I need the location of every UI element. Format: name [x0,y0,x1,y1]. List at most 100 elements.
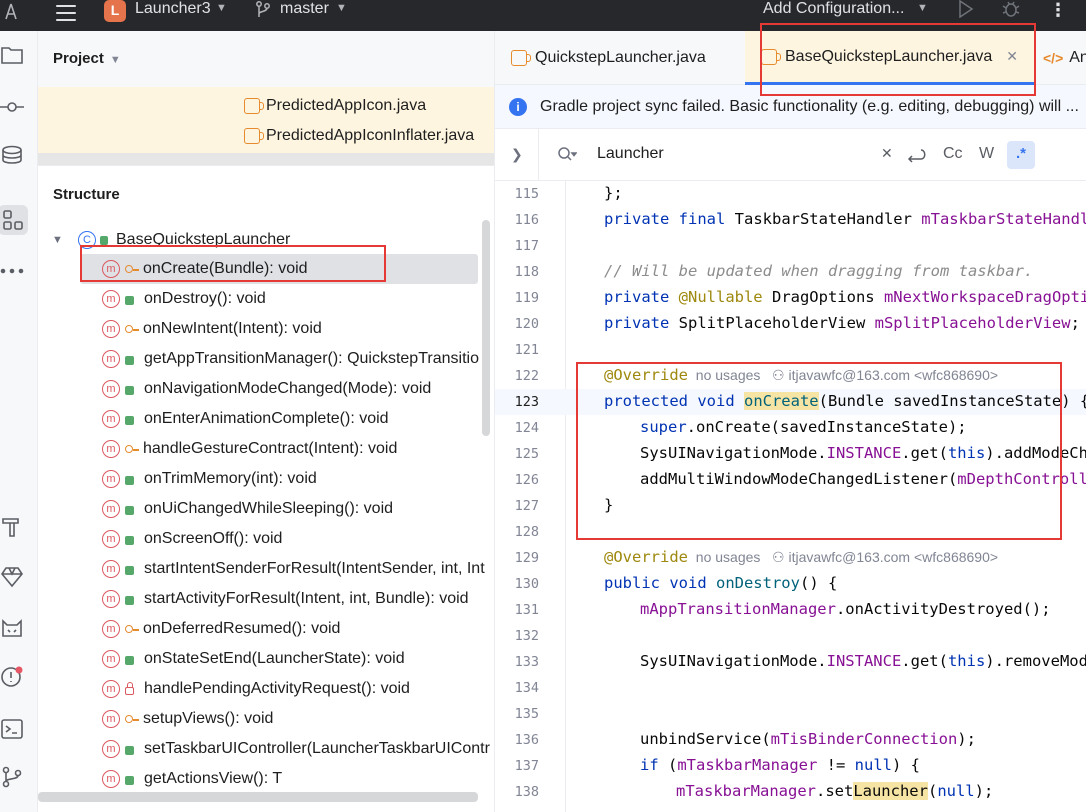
chevron-down-icon[interactable]: ▼ [52,234,68,246]
structure-method-item[interactable]: m getActionsView(): T [80,764,478,794]
logcat-icon[interactable] [0,617,24,641]
code-line[interactable]: 122 @Override no usages ⚇ itjavawfc@163.c… [495,363,1086,389]
code-line[interactable]: 133 SysUINavigationMode.INSTANCE.get(this… [495,649,1086,675]
structure-method-item[interactable]: m onUiChangedWhileSleeping(): void [80,494,478,524]
class-tree-root[interactable]: ▼ C BaseQuickstepLauncher [52,228,290,252]
code-line[interactable]: 127} [495,493,1086,519]
project-badge[interactable]: L [104,0,126,22]
chevron-down-icon[interactable]: ▼ [216,2,227,14]
code-editor: QuickstepLauncher.java BaseQuickstepLaun… [494,31,1086,812]
more-options-icon[interactable]: ⋮ [1049,0,1067,21]
git-branch-icon[interactable] [255,0,271,18]
run-icon[interactable] [958,0,974,18]
code-line[interactable]: 125 SysUINavigationMode.INSTANCE.get(this… [495,441,1086,467]
code-line[interactable]: 123 protected void onCreate(Bundle savedI… [495,389,1086,415]
structure-method-item[interactable]: m setTaskbarUIController(LauncherTaskbarU… [80,734,490,764]
code-area[interactable]: 115}; 116 private final TaskbarStateHandle… [495,181,1086,812]
method-icon: m [102,500,120,518]
gem-icon[interactable] [0,565,24,589]
structure-method-item[interactable]: m onScreenOff(): void [80,524,478,554]
code-line[interactable]: 115}; [495,181,1086,207]
git-branch-name[interactable]: master [280,0,329,18]
inlay-hint[interactable]: itjavawfc@163.com <wfc868690> [789,549,999,565]
code-line[interactable]: 117 [495,233,1086,259]
structure-method-item[interactable]: m onDeferredResumed(): void [80,614,478,644]
code-line[interactable]: 138 mTaskbarManager.setLauncher(null); [495,779,1086,805]
chevron-down-icon[interactable]: ▼ [110,54,121,66]
project-panel-header[interactable]: Project ▼ [53,50,121,67]
code-line[interactable]: 119 private @Nullable DragOptions mNextWo… [495,285,1086,311]
structure-method-item[interactable]: m onCreate(Bundle): void [80,254,478,284]
database-icon[interactable] [0,143,24,167]
code-token: != [817,756,855,774]
run-configuration-selector[interactable]: Add Configuration... [763,0,904,18]
code-line[interactable]: 134 [495,675,1086,701]
project-name[interactable]: Launcher3 [135,0,211,18]
debug-icon[interactable] [1001,0,1021,18]
clear-search-icon[interactable]: ✕ [881,145,893,162]
java-class-icon [244,128,264,144]
code-line[interactable]: 128 [495,519,1086,545]
structure-method-item[interactable]: m onEnterAnimationComplete(): void [80,404,478,434]
android-studio-icon[interactable] [4,3,18,21]
search-icon[interactable] [557,146,577,162]
code-line[interactable]: 129 @Override no usages ⚇ itjavawfc@163.c… [495,545,1086,571]
file-item[interactable]: PredictedAppIcon.java [244,93,426,119]
code-line[interactable]: 135 [495,701,1086,727]
code-token: SysUINavigationMode. [640,444,827,462]
search-input[interactable]: Launcher [597,145,664,163]
structure-method-item[interactable]: m onNavigationModeChanged(Mode): void [80,374,478,404]
chevron-right-icon[interactable]: ❯ [511,146,523,163]
file-item[interactable]: PredictedAppIconInflater.java [244,123,474,149]
inlay-hint[interactable]: no usages [696,367,761,383]
match-case-toggle[interactable]: Cc [943,145,963,163]
code-line[interactable]: 120 private SplitPlaceholderView mSplitPl… [495,311,1086,337]
structure-method-item[interactable]: m setupViews(): void [80,704,478,734]
horizontal-scrollbar[interactable] [38,792,478,802]
code-line[interactable]: 136 unbindService(mTisBinderConnection); [495,727,1086,753]
chevron-down-icon[interactable]: ▼ [336,2,347,14]
inlay-hint[interactable]: itjavawfc@163.com <wfc868690> [789,367,999,383]
code-line[interactable]: 137 if (mTaskbarManager != null) { [495,753,1086,779]
code-line[interactable]: 126 addMultiWindowModeChangedListener(mDe… [495,467,1086,493]
tab-base-quickstep-launcher[interactable]: BaseQuickstepLauncher.java ✕ [745,31,1034,85]
build-hammer-icon[interactable] [0,515,24,539]
project-folder-icon[interactable] [0,43,24,67]
code-line[interactable]: 121 [495,337,1086,363]
structure-method-item[interactable]: m getAppTransitionManager(): QuickstepTra… [80,344,479,374]
close-icon[interactable]: ✕ [1006,48,1018,65]
replace-toggle-icon[interactable] [905,146,927,164]
structure-method-item[interactable]: m handlePendingActivityRequest(): void [80,674,478,704]
code-line[interactable]: 124 super.onCreate(savedInstanceState); [495,415,1086,441]
code-line[interactable]: 118 // Will be updated when dragging from… [495,259,1086,285]
version-control-icon[interactable] [0,765,24,789]
structure-method-item[interactable]: m onTrimMemory(int): void [80,464,478,494]
chevron-down-icon[interactable]: ▼ [917,2,928,14]
tab-quickstep-launcher[interactable]: QuickstepLauncher.java [511,31,706,85]
commit-icon[interactable] [0,95,24,119]
structure-method-item[interactable]: m handleGestureContract(Intent): void [80,434,478,464]
line-number: 133 [514,654,539,670]
structure-icon[interactable] [0,205,28,235]
whole-words-toggle[interactable]: W [979,145,994,163]
inlay-hint[interactable]: no usages [696,549,761,565]
tab-android-manifest[interactable]: </> An [1043,31,1086,85]
code-line[interactable]: 131 mAppTransitionManager.onActivityDestr… [495,597,1086,623]
code-line[interactable]: 130 public void onDestroy() { [495,571,1086,597]
structure-method-item[interactable]: m onDestroy(): void [80,284,478,314]
problems-icon[interactable] [0,665,24,689]
structure-method-item[interactable]: m onStateSetEnd(LauncherState): void [80,644,478,674]
vertical-scrollbar[interactable] [482,220,490,436]
regex-toggle[interactable]: .* [1007,141,1035,169]
code-token: null [937,782,975,800]
structure-method-item[interactable]: m onNewIntent(Intent): void [80,314,478,344]
code-line[interactable]: 116 private final TaskbarStateHandler mTa… [495,207,1086,233]
structure-method-item[interactable]: m startIntentSenderForResult(IntentSender… [80,554,485,584]
code-text: mAppTransitionManager.onActivityDestroye… [640,600,1051,618]
main-menu-icon[interactable] [56,5,76,21]
code-line[interactable]: 132 [495,623,1086,649]
line-number: 122 [514,368,539,384]
structure-method-item[interactable]: m startActivityForResult(Intent, int, Bun… [80,584,478,614]
more-tools-icon[interactable] [0,259,24,283]
terminal-icon[interactable] [0,717,24,741]
